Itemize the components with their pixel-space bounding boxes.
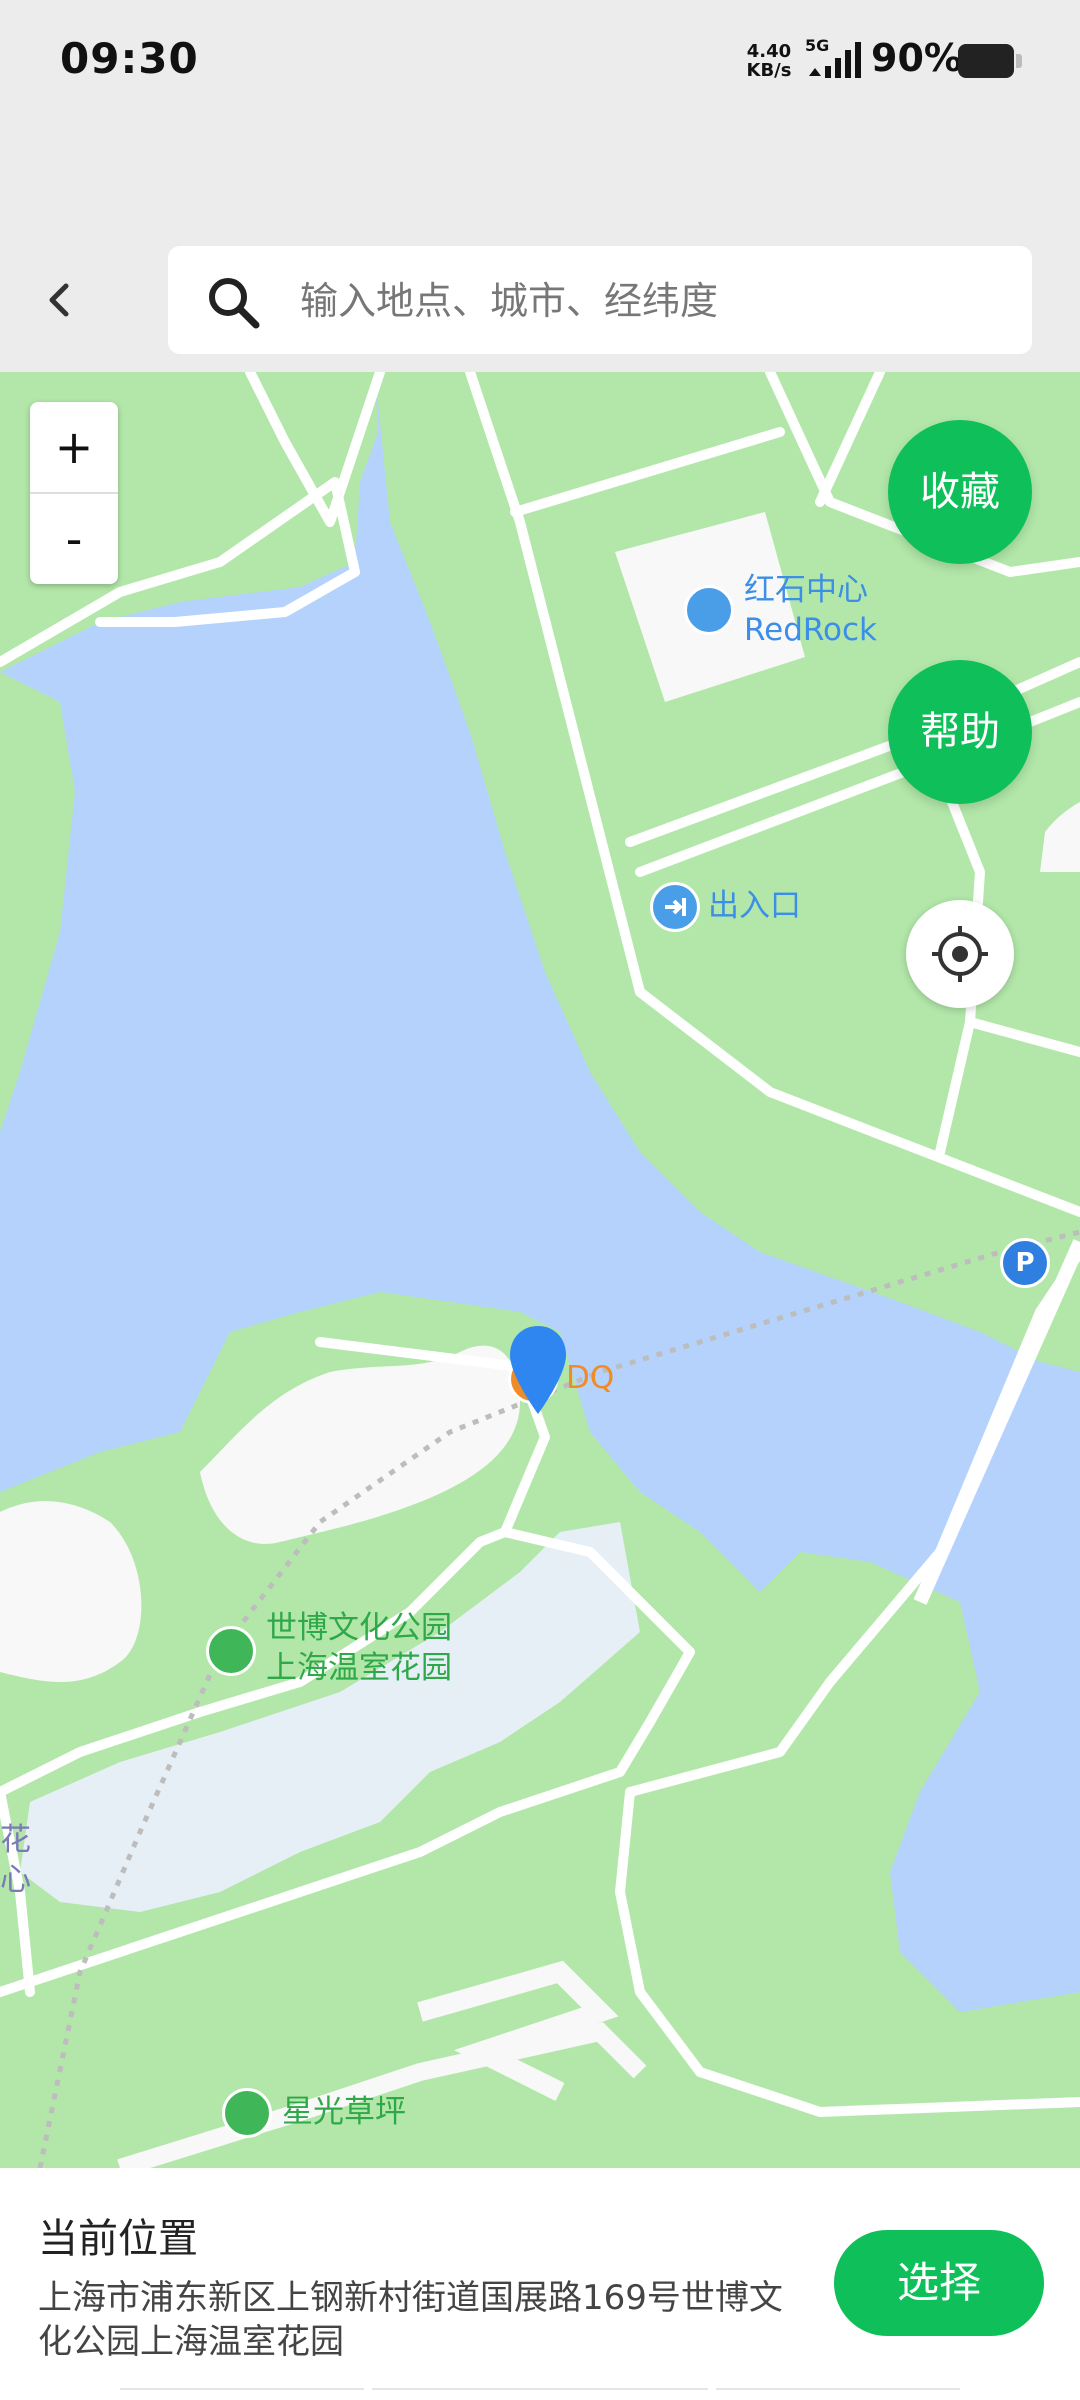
poi-entrance-icon[interactable] — [650, 882, 700, 932]
current-location-title: 当前位置 — [38, 2216, 198, 2262]
location-panel: 当前位置 上海市浦东新区上钢新村街道国展路169号世博文化公园上海温室花园 选择 — [0, 2168, 1080, 2400]
poi-redrock-label[interactable]: 红石中心 RedRock — [744, 570, 877, 650]
entrance-arrow-icon — [665, 898, 686, 916]
parking-icon[interactable]: P — [1000, 1238, 1050, 1288]
poi-edge-text-2: 心 — [0, 1862, 31, 1898]
help-button[interactable]: 帮助 — [888, 660, 1032, 804]
top-bar — [0, 228, 1080, 372]
divider-1 — [120, 2388, 364, 2398]
battery-percent: 90% — [871, 36, 962, 80]
poi-edge-label[interactable]: 花 心 — [0, 1820, 31, 1900]
poi-redrock-name-cn: 红石中心 — [744, 572, 868, 608]
poi-park-name-1: 世博文化公园 — [266, 1610, 452, 1646]
locate-button[interactable] — [906, 900, 1014, 1008]
search-icon — [209, 278, 260, 329]
divider-2 — [372, 2388, 708, 2398]
poi-park-icon[interactable] — [206, 1626, 256, 1676]
status-bar: 09:30 4.40 KB/s 5G 90% — [0, 0, 1080, 125]
crosshair-icon — [932, 926, 988, 982]
poi-building-icon[interactable] — [684, 585, 734, 635]
chevron-left-icon — [49, 283, 69, 317]
select-button[interactable]: 选择 — [834, 2230, 1044, 2336]
search-input[interactable] — [298, 266, 1002, 336]
poi-redrock-name-en: RedRock — [744, 612, 878, 648]
poi-dq-label[interactable]: DQ — [566, 1358, 614, 1398]
network-speed: 4.40 KB/s — [742, 42, 796, 80]
battery-icon — [958, 44, 1022, 78]
poi-park-label[interactable]: 世博文化公园 上海温室花园 — [266, 1608, 452, 1688]
zoom-control: + - — [30, 402, 118, 584]
status-time: 09:30 — [60, 34, 199, 83]
poi-lawn-label[interactable]: 星光草坪 — [282, 2092, 406, 2132]
poi-edge-text-1: 花 — [0, 1822, 31, 1858]
back-button[interactable] — [36, 270, 86, 330]
network-speed-unit: KB/s — [746, 60, 792, 81]
network-type: 5G — [805, 36, 830, 55]
zoom-in-button[interactable]: + — [30, 402, 118, 492]
favorites-button[interactable]: 收藏 — [888, 420, 1032, 564]
poi-lawn-icon[interactable] — [222, 2088, 272, 2138]
poi-entrance-label[interactable]: 出入口 — [708, 886, 801, 926]
map-view[interactable]: + - 收藏 帮助 红石中心 RedRock 出入口 P DQ 世博文化公园 上… — [0, 372, 1080, 2168]
search-box[interactable] — [168, 246, 1032, 354]
zoom-out-button[interactable]: - — [30, 494, 118, 584]
signal-icon: 5G — [805, 36, 865, 84]
current-address: 上海市浦东新区上钢新村街道国展路169号世博文化公园上海温室花园 — [38, 2278, 783, 2362]
map-canvas — [0, 372, 1080, 2168]
network-speed-value: 4.40 — [746, 41, 792, 62]
location-pin-icon — [510, 1326, 566, 1414]
divider-3 — [716, 2388, 960, 2398]
poi-park-name-2: 上海温室花园 — [266, 1650, 452, 1686]
